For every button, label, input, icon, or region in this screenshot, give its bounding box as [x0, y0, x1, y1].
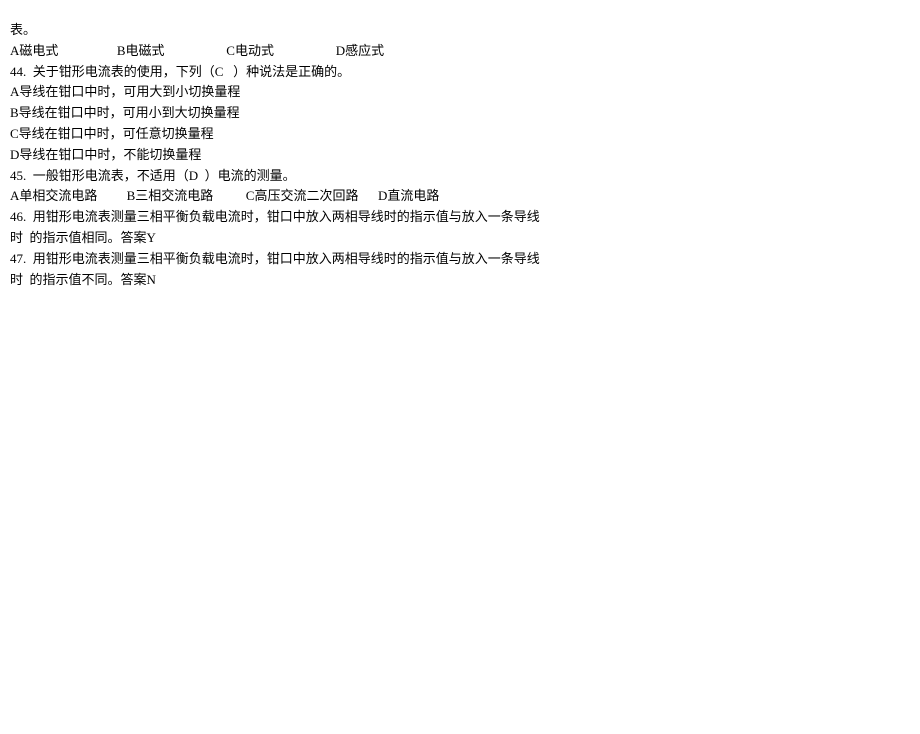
text-line-12: 时 的指示值不同。答案N: [10, 270, 910, 291]
text-line-8: A单相交流电路 B三相交流电路 C高压交流二次回路 D直流电路: [10, 186, 910, 207]
text-line-6: D导线在钳口中时，不能切换量程: [10, 145, 910, 166]
text-line-7: 45. 一般钳形电流表，不适用（D ）电流的测量。: [10, 166, 910, 187]
text-line-1: A磁电式 B电磁式 C电动式 D感应式: [10, 41, 910, 62]
text-line-5: C导线在钳口中时，可任意切换量程: [10, 124, 910, 145]
text-line-4: B导线在钳口中时，可用小到大切换量程: [10, 103, 910, 124]
text-line-3: A导线在钳口中时，可用大到小切换量程: [10, 82, 910, 103]
text-line-0: 表。: [10, 20, 910, 41]
text-line-2: 44. 关于钳形电流表的使用，下列（C ）种说法是正确的。: [10, 62, 910, 83]
text-line-10: 时 的指示值相同。答案Y: [10, 228, 910, 249]
text-line-9: 46. 用钳形电流表测量三相平衡负载电流时，钳口中放入两相导线时的指示值与放入一…: [10, 207, 910, 228]
text-line-11: 47. 用钳形电流表测量三相平衡负载电流时，钳口中放入两相导线时的指示值与放入一…: [10, 249, 910, 270]
